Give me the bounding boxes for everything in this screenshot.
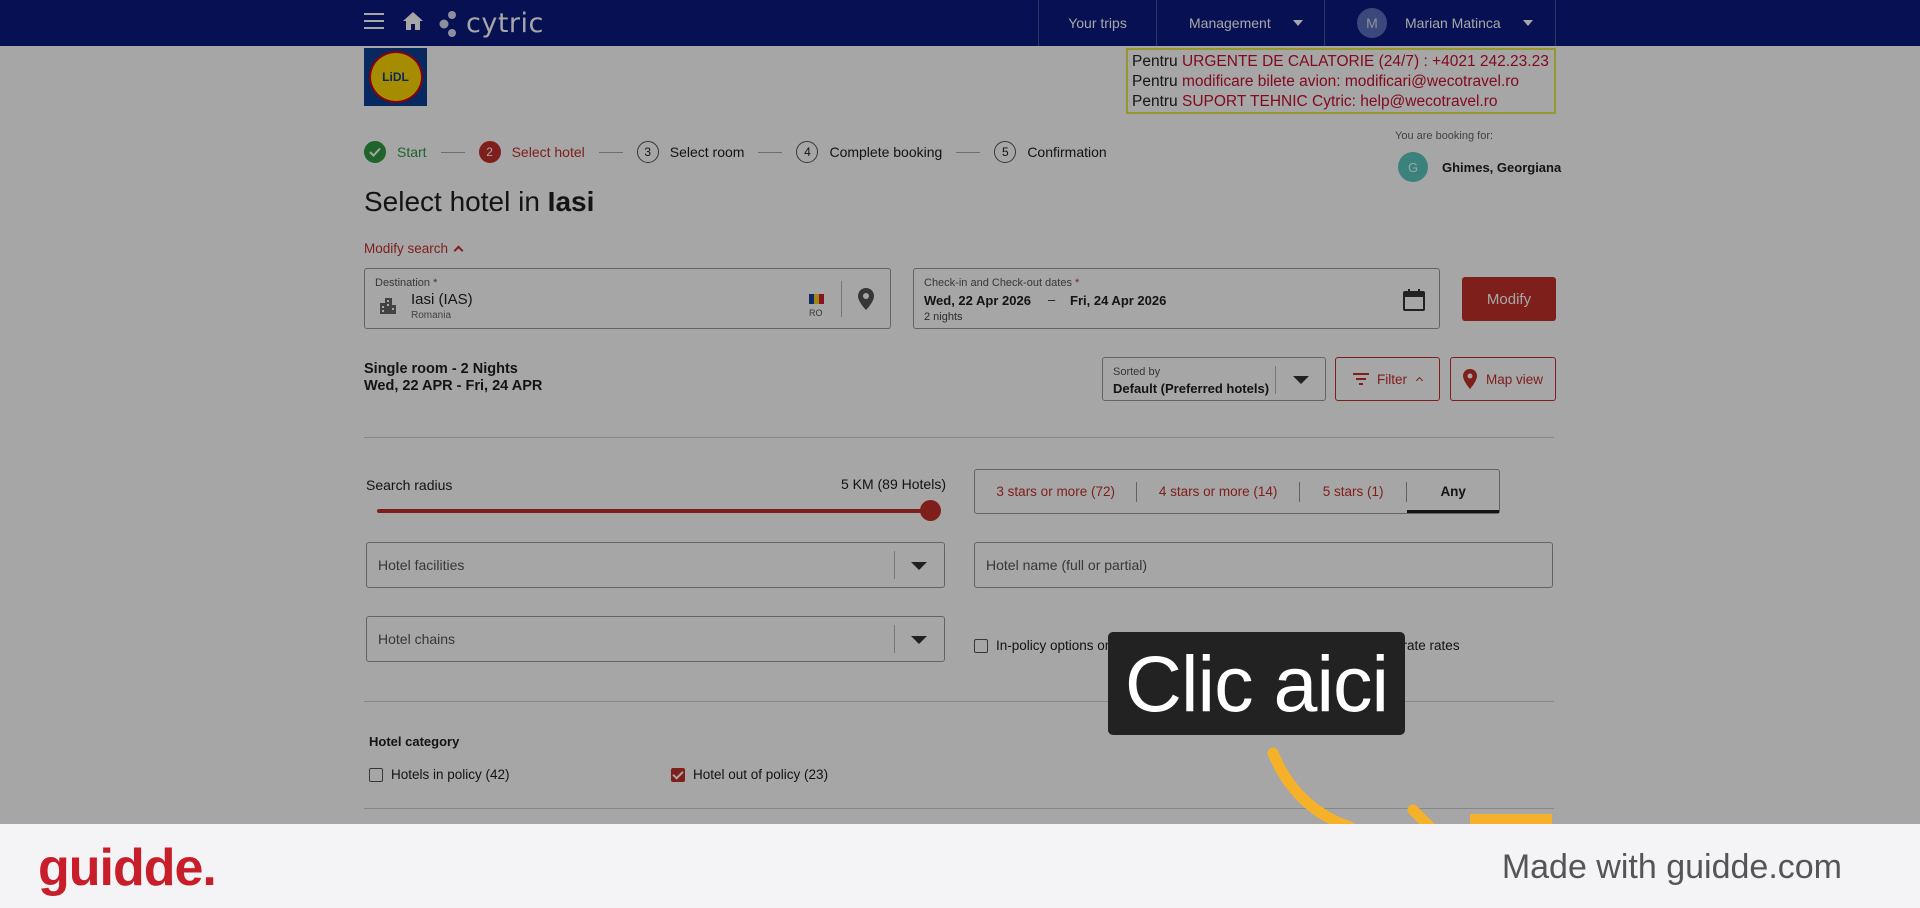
made-with-guidde[interactable]: Made with guidde.com [1502, 848, 1842, 887]
guidde-logo[interactable]: guidde. [38, 838, 217, 898]
page: cytric Your trips Management M Marian Ma… [0, 0, 1920, 908]
tutorial-arrow [1267, 747, 1552, 825]
guidde-footer: guidde. Made with guidde.com [0, 824, 1920, 908]
tutorial-callout: Clic aici [1108, 632, 1405, 735]
dim-overlay [0, 0, 1920, 824]
